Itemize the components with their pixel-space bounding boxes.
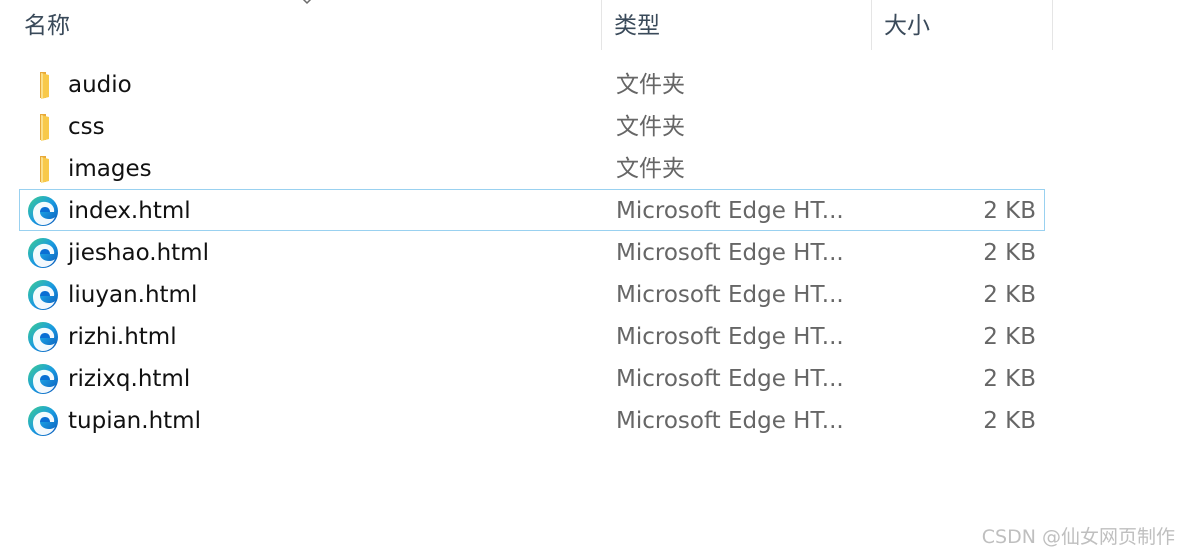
file-name: tupian.html [68,408,201,434]
file-name: liuyan.html [68,282,198,308]
column-header-bar: 名称 类型 大小 [0,0,1053,50]
file-name: audio [68,72,132,98]
folder-icon [27,111,59,143]
file-name: rizixq.html [68,366,191,392]
file-type: Microsoft Edge HT... [616,324,844,350]
file-type: 文件夹 [616,114,685,140]
file-type: 文件夹 [616,72,685,98]
file-type: Microsoft Edge HT... [616,366,844,392]
file-size: 2 KB [983,198,1036,224]
column-header-size[interactable]: 大小 [872,0,1053,50]
file-size: 2 KB [983,282,1036,308]
file-row[interactable]: rizhi.html Microsoft Edge HT... 2 KB [19,315,1045,357]
folder-icon [27,153,59,185]
file-type: Microsoft Edge HT... [616,408,844,434]
file-row[interactable]: images 文件夹 [19,147,1045,189]
file-row[interactable]: index.html Microsoft Edge HT... 2 KB [19,189,1045,231]
file-name: images [68,156,152,182]
file-row[interactable]: audio 文件夹 [19,63,1045,105]
file-row[interactable]: rizixq.html Microsoft Edge HT... 2 KB [19,357,1045,399]
file-size: 2 KB [983,408,1036,434]
edge-icon [27,363,59,395]
file-name: jieshao.html [68,240,209,266]
file-type: Microsoft Edge HT... [616,198,844,224]
file-size: 2 KB [983,366,1036,392]
file-row[interactable]: tupian.html Microsoft Edge HT... 2 KB [19,399,1045,441]
edge-icon [27,237,59,269]
edge-icon [27,195,59,227]
file-type: 文件夹 [616,156,685,182]
column-header-name[interactable]: 名称 [12,0,602,50]
file-name: rizhi.html [68,324,177,350]
file-row[interactable]: css 文件夹 [19,105,1045,147]
file-size: 2 KB [983,324,1036,350]
file-type: Microsoft Edge HT... [616,240,844,266]
file-row[interactable]: jieshao.html Microsoft Edge HT... 2 KB [19,231,1045,273]
file-name: css [68,114,105,140]
file-type: Microsoft Edge HT... [616,282,844,308]
file-row[interactable]: liuyan.html Microsoft Edge HT... 2 KB [19,273,1045,315]
file-name: index.html [68,198,191,224]
edge-icon [27,279,59,311]
file-list: audio 文件夹 css 文件夹 images 文件夹 index.html Microso… [19,63,1045,441]
folder-icon [27,69,59,101]
column-header-type[interactable]: 类型 [602,0,872,50]
watermark: CSDN @仙女网页制作 [981,526,1175,548]
file-size: 2 KB [983,240,1036,266]
edge-icon [27,321,59,353]
edge-icon [27,405,59,437]
file-explorer: 名称 类型 大小 audio 文件夹 css 文件夹 images 文件夹 index.ht… [0,0,1181,555]
